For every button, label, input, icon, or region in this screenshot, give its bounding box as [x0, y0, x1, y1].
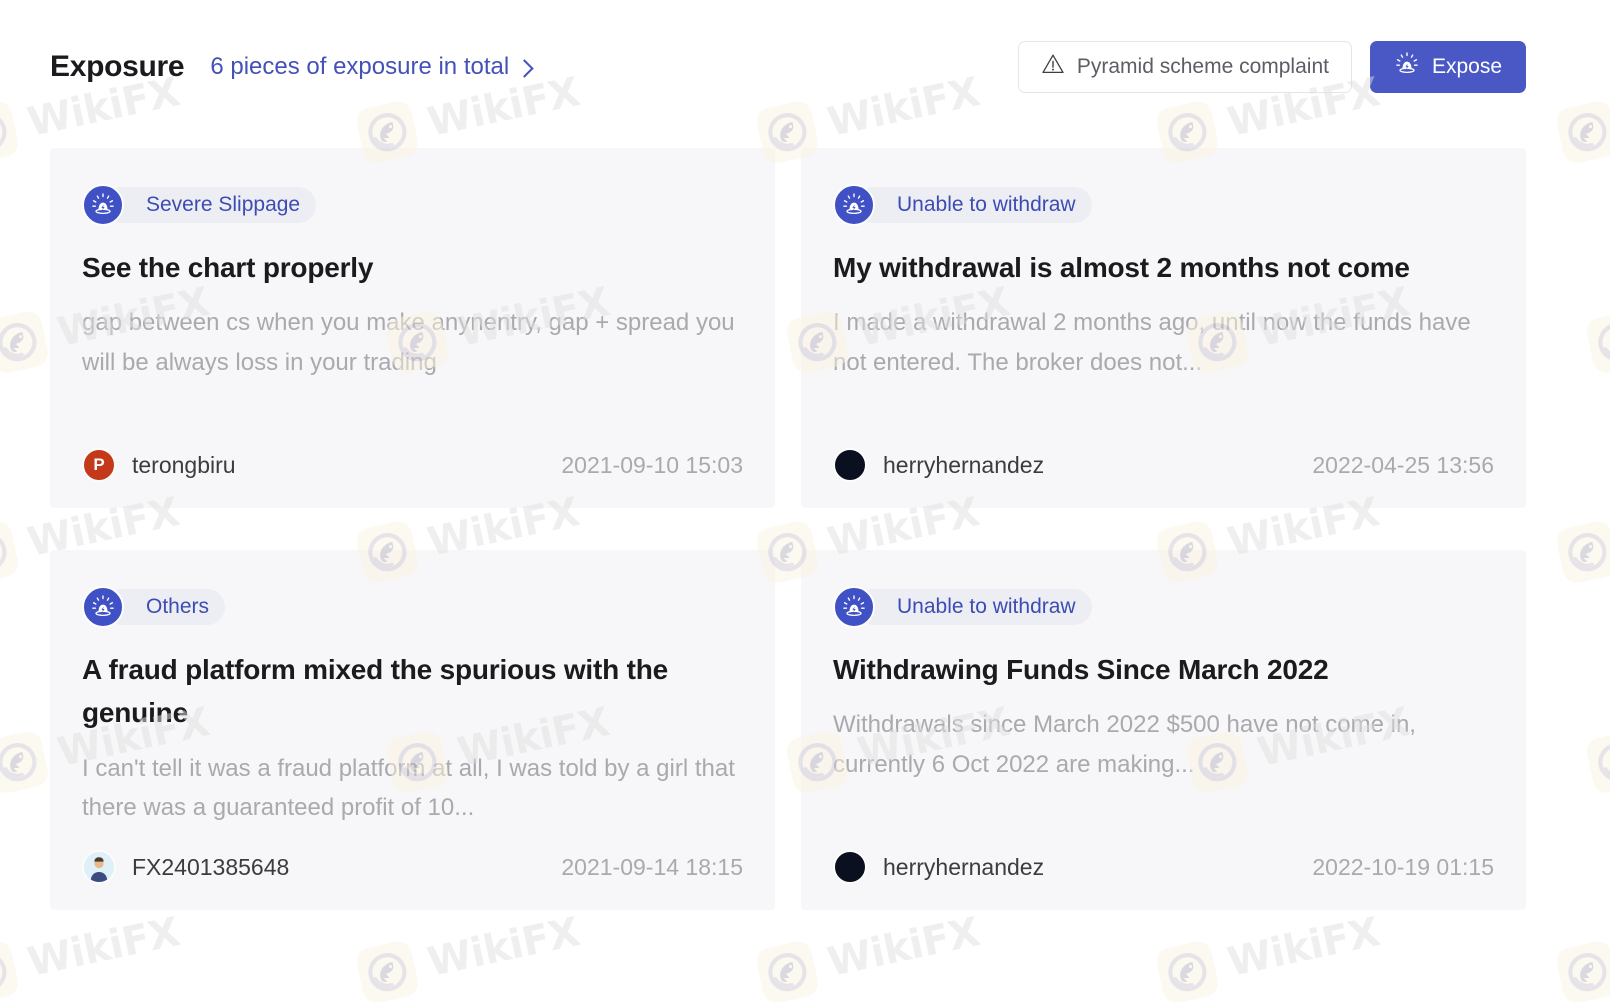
- avatar: P: [82, 448, 116, 482]
- card-username: terongbiru: [132, 451, 236, 478]
- chevron-right-icon: [515, 58, 534, 78]
- card-title: A fraud platform mixed the spurious with…: [82, 654, 668, 729]
- exposure-page: Exposure 6 pieces of exposure in total P…: [0, 0, 1610, 1002]
- page-header: Exposure 6 pieces of exposure in total P…: [50, 36, 1526, 98]
- card-username: herryhernandez: [883, 451, 1045, 478]
- avatar: [833, 850, 867, 884]
- avatar: [833, 448, 867, 482]
- card-timestamp: 2021-09-10 15:03: [561, 451, 743, 478]
- siren-icon: [82, 586, 124, 628]
- card-timestamp: 2022-04-25 13:56: [1312, 451, 1494, 478]
- siren-icon: [833, 184, 875, 226]
- card-category-badge: Severe Slippage: [104, 187, 317, 223]
- card-title: My withdrawal is almost 2 months not com…: [833, 252, 1410, 283]
- siren-icon: [82, 184, 124, 226]
- exposure-card[interactable]: Unable to withdraw: [801, 550, 1526, 910]
- card-timestamp: 2022-10-19 01:15: [1312, 853, 1494, 880]
- exposure-total-link[interactable]: 6 pieces of exposure in total: [210, 53, 534, 81]
- card-timestamp: 2021-09-14 18:15: [561, 853, 743, 880]
- exposure-card[interactable]: Unable to withdraw: [801, 148, 1526, 508]
- card-description: Withdrawals since March 2022 $500 have n…: [833, 711, 1416, 778]
- card-category-row: Unable to withdraw: [833, 184, 1494, 226]
- card-category-row: Severe Slippage: [82, 184, 743, 226]
- card-footer: FX2401385648 2021-09-14 18:15: [82, 850, 743, 884]
- card-title: See the chart properly: [82, 252, 374, 283]
- card-category-badge: Unable to withdraw: [855, 187, 1092, 223]
- pyramid-scheme-complaint-label: Pyramid scheme complaint: [1076, 55, 1329, 78]
- exposure-total-label: 6 pieces of exposure in total: [210, 53, 510, 80]
- avatar: [82, 850, 116, 884]
- exposure-cards-grid: Severe Slippage See the chart properly g…: [50, 148, 1526, 910]
- siren-icon: [1394, 51, 1420, 83]
- expose-button-label: Expose: [1431, 55, 1502, 78]
- card-username: FX2401385648: [132, 853, 290, 880]
- card-category-row: Unable to withdraw: [833, 586, 1494, 628]
- exposure-card[interactable]: Severe Slippage See the chart properly g…: [50, 148, 775, 508]
- warning-triangle-icon: [1041, 52, 1065, 82]
- siren-icon: [833, 586, 875, 628]
- page-title: Exposure: [50, 50, 185, 83]
- card-description: I made a withdrawal 2 months ago, until …: [833, 309, 1471, 376]
- card-footer: herryhernandez 2022-04-25 13:56: [833, 448, 1494, 482]
- pyramid-scheme-complaint-button[interactable]: Pyramid scheme complaint: [1017, 41, 1352, 93]
- card-title: Withdrawing Funds Since March 2022: [833, 654, 1329, 685]
- card-footer: herryhernandez 2022-10-19 01:15: [833, 850, 1494, 884]
- card-footer: P terongbiru 2021-09-10 15:03: [82, 448, 743, 482]
- header-actions: Pyramid scheme complaint Expose: [1017, 41, 1526, 93]
- card-username: herryhernandez: [883, 853, 1045, 880]
- card-description: gap between cs when you make anynentry, …: [82, 309, 735, 376]
- card-description: I can't tell it was a fraud platform at …: [82, 754, 735, 822]
- expose-button[interactable]: Expose: [1369, 41, 1526, 93]
- card-category-row: Others: [82, 586, 743, 628]
- exposure-card[interactable]: Others A fraud platform mixed the spurio…: [50, 550, 775, 910]
- card-category-badge: Unable to withdraw: [855, 589, 1092, 625]
